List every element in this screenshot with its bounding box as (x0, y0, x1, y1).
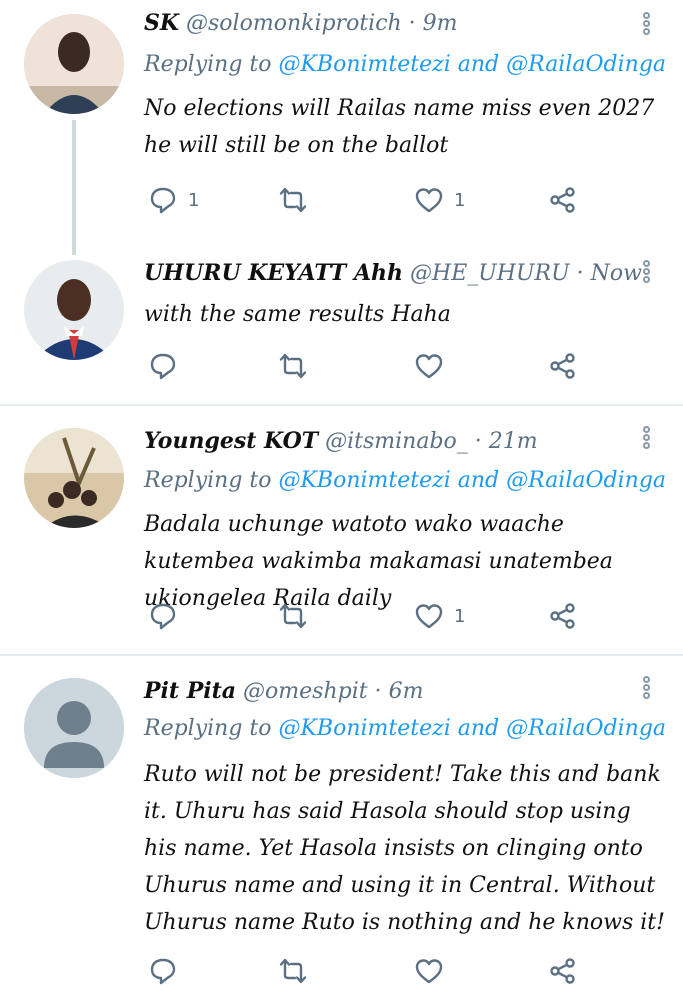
separator-dot: · (367, 679, 389, 704)
timestamp[interactable]: 9m (423, 11, 458, 36)
user-handle[interactable]: @solomonkiprotich (186, 11, 402, 36)
like-icon (415, 188, 443, 213)
display-name[interactable]: Youngest KOT (144, 428, 318, 454)
reply-count: 1 (188, 189, 200, 211)
separator-dot: · (569, 261, 591, 286)
user-handle[interactable]: @HE_UHURU (410, 261, 570, 286)
tweet-header: SK @solomonkiprotich · 9m (144, 10, 458, 36)
like-count: 1 (454, 605, 466, 627)
timestamp[interactable]: 6m (389, 679, 424, 704)
avatar-sk[interactable] (24, 14, 124, 114)
separator-dot: · (467, 429, 489, 454)
reply-button[interactable] (148, 951, 178, 991)
separator-dot: · (401, 11, 423, 36)
tweet-text: Ruto will not be president! Take this an… (144, 762, 665, 935)
tweet-header: UHURU KEYATT Ahh @HE_UHURU · Now (144, 260, 642, 286)
more-options-icon[interactable] (643, 676, 653, 706)
like-icon (415, 604, 443, 629)
reply-icon (150, 603, 176, 630)
tweet-header: Pit Pita @omeshpit · 6m (144, 678, 423, 704)
retweet-button[interactable] (278, 596, 318, 636)
display-name[interactable]: SK (144, 10, 179, 36)
thread-line (72, 120, 76, 255)
default-avatar-icon (24, 678, 124, 778)
retweet-button[interactable] (278, 180, 318, 220)
retweet-icon (279, 603, 307, 629)
like-button[interactable]: 1 (414, 596, 465, 636)
mention-link[interactable]: @RailaOdinga (506, 468, 666, 493)
replying-to: Replying to @KBonimtetezi and @RailaOdin… (144, 52, 666, 77)
mention-link[interactable]: @KBonimtetezi (279, 52, 451, 77)
share-button[interactable] (548, 596, 578, 636)
share-button[interactable] (548, 346, 578, 386)
tweet-header: Youngest KOT @itsminabo_ · 21m (144, 428, 538, 454)
replying-to: Replying to @KBonimtetezi and @RailaOdin… (144, 716, 666, 741)
avatar-image (24, 260, 124, 360)
avatar-image (24, 14, 124, 114)
more-options-icon[interactable] (643, 426, 653, 456)
share-icon (550, 353, 575, 379)
share-button[interactable] (548, 180, 578, 220)
tweet-actions: 1 1 (144, 180, 594, 220)
display-name[interactable]: UHURU KEYATT Ahh (144, 260, 403, 286)
like-button[interactable] (414, 951, 444, 991)
reply-button[interactable]: 1 (148, 180, 199, 220)
like-count: 1 (454, 189, 466, 211)
reply-button[interactable] (148, 346, 188, 386)
tweet-text: with the same results Haha (144, 302, 451, 327)
avatar-default[interactable] (24, 678, 124, 778)
tweet-actions: 1 (144, 596, 594, 636)
avatar-uhuru[interactable] (24, 260, 124, 360)
reply-button[interactable] (148, 596, 188, 636)
share-icon (550, 187, 575, 213)
share-icon (550, 958, 575, 984)
mention-conjunction: and (450, 468, 507, 493)
tweet-text: No elections will Railas name miss even … (144, 96, 655, 158)
replying-prefix: Replying to (144, 52, 279, 77)
retweet-icon (279, 958, 307, 984)
reply-icon (150, 187, 176, 214)
replying-prefix: Replying to (144, 716, 279, 741)
mention-conjunction: and (450, 716, 507, 741)
like-button[interactable] (414, 346, 454, 386)
tweet-actions (144, 346, 594, 386)
replying-to: Replying to @KBonimtetezi and @RailaOdin… (144, 468, 666, 493)
user-handle[interactable]: @itsminabo_ (325, 429, 468, 454)
retweet-icon (279, 353, 307, 379)
tweet-3[interactable]: Youngest KOT @itsminabo_ · 21m Replying … (0, 406, 683, 654)
share-icon (550, 603, 575, 629)
like-icon (415, 354, 443, 379)
retweet-button[interactable] (278, 346, 318, 386)
display-name[interactable]: Pit Pita (144, 678, 236, 704)
timestamp[interactable]: 21m (489, 429, 538, 454)
mention-link[interactable]: @RailaOdinga (506, 716, 666, 741)
like-icon (415, 959, 443, 984)
mention-conjunction: and (450, 52, 507, 77)
mention-link[interactable]: @RailaOdinga (506, 52, 666, 77)
tweet-actions (144, 951, 594, 991)
share-button[interactable] (548, 951, 578, 991)
tweet-1[interactable]: SK @solomonkiprotich · 9m Replying to @K… (0, 0, 683, 255)
more-options-icon[interactable] (643, 260, 653, 290)
replying-prefix: Replying to (144, 468, 279, 493)
avatar-youngest-kot[interactable] (24, 428, 124, 528)
avatar-image (24, 428, 124, 528)
timestamp[interactable]: Now (591, 261, 642, 286)
tweet-2[interactable]: UHURU KEYATT Ahh @HE_UHURU · Now with th… (0, 250, 683, 405)
reply-icon (150, 353, 176, 380)
user-handle[interactable]: @omeshpit (243, 679, 368, 704)
retweet-icon (279, 187, 307, 213)
reply-icon (150, 958, 176, 985)
retweet-button[interactable] (278, 951, 308, 991)
more-options-icon[interactable] (643, 12, 653, 42)
like-button[interactable]: 1 (414, 180, 465, 220)
mention-link[interactable]: @KBonimtetezi (279, 468, 451, 493)
mention-link[interactable]: @KBonimtetezi (279, 716, 451, 741)
tweet-4[interactable]: Pit Pita @omeshpit · 6m Replying to @KBo… (0, 656, 683, 985)
